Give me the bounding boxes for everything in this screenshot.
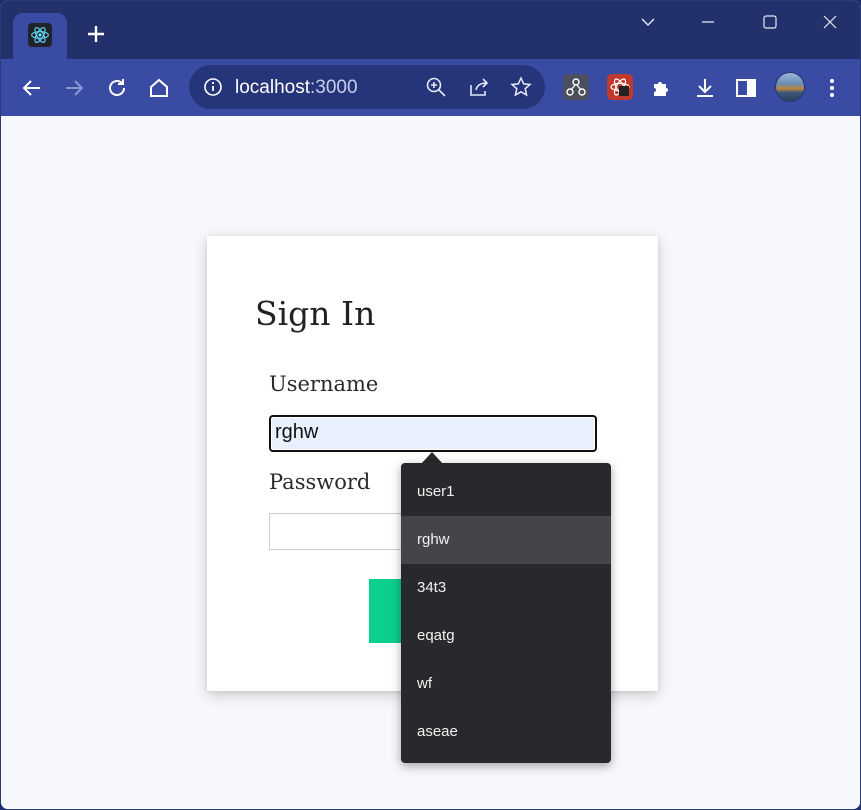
url-port: :3000 (310, 77, 358, 98)
username-input[interactable]: rghw (269, 415, 597, 452)
page-title: Sign In (255, 294, 376, 333)
graph-extension-icon[interactable] (563, 74, 589, 100)
autocomplete-item-selected[interactable]: rghw (401, 516, 611, 564)
profile-avatar[interactable] (775, 72, 805, 102)
browser-tab[interactable] (13, 13, 67, 59)
zoom-icon[interactable] (425, 76, 447, 98)
autocomplete-item[interactable]: eqatg (401, 612, 611, 660)
autocomplete-item[interactable]: 34t3 (401, 564, 611, 612)
autocomplete-item[interactable]: wf (401, 660, 611, 708)
puzzle-icon[interactable] (648, 75, 674, 101)
react-atom-icon (28, 23, 52, 47)
chevron-down-icon[interactable] (633, 9, 663, 35)
react-devtools-extension-icon[interactable] (607, 74, 633, 100)
autocomplete-item[interactable]: aseae (401, 708, 611, 756)
autocomplete-item[interactable]: user1 (401, 468, 611, 516)
info-icon[interactable] (203, 77, 223, 97)
forward-arrow-icon[interactable] (61, 75, 87, 101)
star-icon[interactable] (510, 76, 532, 98)
home-icon[interactable] (146, 75, 172, 101)
share-icon[interactable] (468, 76, 490, 98)
close-icon[interactable] (815, 9, 845, 35)
url-text[interactable]: localhost:3000 (235, 77, 358, 99)
username-label: Username (269, 372, 379, 396)
kebab-menu-icon[interactable] (819, 75, 845, 101)
autocomplete-dropdown: user1 rghw 34t3 eqatg wf aseae (401, 463, 611, 763)
new-tab-plus-icon[interactable] (85, 23, 107, 45)
address-bar[interactable]: localhost:3000 (189, 65, 545, 109)
browser-toolbar: localhost:3000 (1, 59, 860, 116)
browser-window: localhost:3000 Sign In Username rghw Pas… (0, 0, 861, 810)
back-arrow-icon[interactable] (19, 75, 45, 101)
password-label: Password (269, 470, 371, 494)
reload-icon[interactable] (104, 75, 130, 101)
title-bar (1, 1, 860, 59)
minimize-icon[interactable] (693, 9, 723, 35)
side-panel-icon[interactable] (733, 75, 759, 101)
maximize-icon[interactable] (755, 9, 785, 35)
download-icon[interactable] (692, 75, 718, 101)
url-host: localhost (235, 77, 310, 98)
